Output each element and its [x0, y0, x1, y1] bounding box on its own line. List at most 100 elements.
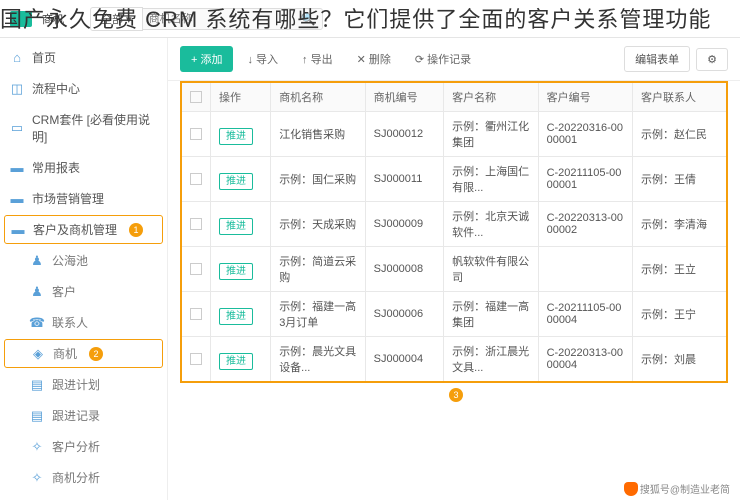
cell-cust: 示例：上海国仁有限...	[444, 157, 538, 202]
cell-code: SJ000008	[365, 247, 444, 292]
export-button[interactable]: ↑ 导出	[292, 47, 343, 71]
table-row: 推进示例：国仁采购SJ000011示例：上海国仁有限...C-20211105-…	[181, 157, 727, 202]
row-checkbox[interactable]	[190, 353, 202, 365]
promote-button[interactable]: 推进	[219, 218, 253, 235]
promote-button[interactable]: 推进	[219, 128, 253, 145]
sidebar-item-流程中心[interactable]: ◫ 流程中心	[0, 73, 167, 104]
sidebar-item-label: 跟进计划	[52, 376, 100, 393]
cell-contact: 示例：李清海	[633, 202, 728, 247]
col-header	[181, 82, 211, 112]
cell-cust: 示例：衢州江化集团	[444, 112, 538, 157]
table-row: 推进示例：福建一高3月订单SJ000006示例：福建一高集团C-20211105…	[181, 292, 727, 337]
sidebar-icon: ▭	[10, 121, 24, 135]
sidebar-item-label: 首页	[32, 49, 56, 66]
data-table: 操作商机名称商机编号客户名称客户编号客户联系人 推进江化销售采购SJ000012…	[180, 81, 728, 383]
sidebar-item-常用报表[interactable]: ▬常用报表	[0, 152, 167, 183]
cell-code: SJ000011	[365, 157, 444, 202]
cell-contact: 示例：王宁	[633, 292, 728, 337]
cell-contact: 示例：王倩	[633, 157, 728, 202]
sidebar-icon: ◈	[31, 347, 45, 361]
cell-code: SJ000012	[365, 112, 444, 157]
cell-name: 江化销售采购	[271, 112, 365, 157]
sidebar-item-公海池[interactable]: ♟ 公海池	[0, 245, 167, 276]
toolbar: + 添加 ↓ 导入 ↑ 导出 ✕ 删除 ⟳ 操作记录 编辑表单 ⚙	[168, 38, 740, 81]
sidebar-item-CRM套件 [必看使用说明][interactable]: ▭ CRM套件 [必看使用说明]	[0, 104, 167, 152]
sidebar-item-label: 市场营销管理	[32, 190, 104, 207]
cell-cust: 示例：浙江晨光文具...	[444, 337, 538, 383]
table-footer-badge-row: 3	[180, 383, 728, 406]
table-row: 推进示例：简道云采购SJ000008帆软软件有限公司示例：王立	[181, 247, 727, 292]
cell-cust_code: C-20220313-0000004	[538, 337, 632, 383]
cell-cust_code: C-20220313-0000002	[538, 202, 632, 247]
cell-cust_code: C-20220316-0000001	[538, 112, 632, 157]
row-checkbox[interactable]	[190, 128, 202, 140]
select-all-checkbox[interactable]	[190, 91, 202, 103]
history-button[interactable]: ⟳ 操作记录	[405, 47, 481, 71]
sidebar-item-客户及商机管理[interactable]: ▬客户及商机管理1	[4, 215, 163, 244]
sohu-fox-icon	[624, 482, 638, 496]
delete-button[interactable]: ✕ 删除	[347, 47, 401, 71]
import-button[interactable]: ↓ 导入	[237, 47, 288, 71]
cell-cust: 示例：北京天诚软件...	[444, 202, 538, 247]
sidebar-item-首页[interactable]: ⌂首页	[0, 42, 167, 73]
table-row: 推进 江化销售采购SJ000012示例：衢州江化集团C-20220316-0000…	[181, 112, 727, 157]
sidebar-item-跟进记录[interactable]: ▤跟进记录	[0, 400, 167, 431]
watermark: 搜狐号@制造业老简	[624, 481, 730, 496]
settings-icon[interactable]: ⚙	[696, 48, 728, 71]
col-header: 客户编号	[538, 82, 632, 112]
table-badge-3: 3	[449, 388, 463, 402]
sidebar-item-跟进计划[interactable]: ▤ 跟进计划	[0, 369, 167, 400]
row-checkbox[interactable]	[190, 218, 202, 230]
sidebar-icon: ▤	[30, 409, 44, 423]
cell-code: SJ000006	[365, 292, 444, 337]
col-header: 操作	[211, 82, 271, 112]
sidebar-item-label: CRM套件 [必看使用说明]	[32, 111, 157, 145]
cell-cust: 帆软软件有限公司	[444, 247, 538, 292]
cell-contact: 示例：赵仁民	[633, 112, 728, 157]
edit-form-button[interactable]: 编辑表单	[624, 46, 690, 72]
promote-button[interactable]: 推进	[219, 353, 253, 370]
watermark-text: 搜狐号@制造业老简	[640, 481, 730, 496]
sidebar-icon: ♟	[30, 254, 44, 268]
sidebar-item-label: 客户分析	[52, 438, 100, 455]
sidebar-item-label: 流程中心	[32, 80, 80, 97]
sidebar-item-label: 客户及商机管理	[33, 221, 117, 238]
sidebar-item-label: 公海池	[52, 252, 88, 269]
sidebar-item-label: 联系人	[52, 314, 88, 331]
promote-button[interactable]: 推进	[219, 308, 253, 325]
sidebar-item-商机[interactable]: ◈商机2	[4, 339, 163, 368]
row-checkbox[interactable]	[190, 173, 202, 185]
row-checkbox[interactable]	[190, 263, 202, 275]
sidebar-item-客户分析[interactable]: ✧ 客户分析	[0, 431, 167, 462]
sidebar-badge: 2	[89, 347, 103, 361]
sidebar-icon: ▤	[30, 378, 44, 392]
col-header: 客户联系人	[633, 82, 728, 112]
table-wrap: 操作商机名称商机编号客户名称客户编号客户联系人 推进江化销售采购SJ000012…	[168, 81, 740, 500]
row-checkbox[interactable]	[190, 308, 202, 320]
cell-cust_code: C-20211105-0000001	[538, 157, 632, 202]
sidebar-icon: ♟	[30, 285, 44, 299]
promote-button[interactable]: 推进	[219, 263, 253, 280]
cell-name: 示例：福建一高3月订单	[271, 292, 365, 337]
sidebar-badge: 1	[129, 223, 143, 237]
sidebar-item-市场营销管理[interactable]: ▬ 市场营销管理	[0, 183, 167, 214]
sidebar-item-label: 商机分析	[52, 469, 100, 486]
sidebar: ⌂首页◫流程中心▭CRM套件 [必看使用说明]▬常用报表▬市场营销管理▬客户及商…	[0, 38, 168, 500]
promote-button[interactable]: 推进	[219, 173, 253, 190]
cell-contact: 示例：刘晨	[633, 337, 728, 383]
add-button[interactable]: + 添加	[180, 46, 233, 72]
sidebar-item-商机分析[interactable]: ✧商机分析	[0, 462, 167, 493]
cell-cust_code: C-20211105-0000004	[538, 292, 632, 337]
sidebar-item-label: 常用报表	[32, 159, 80, 176]
sidebar-item-客户[interactable]: ♟客户	[0, 276, 167, 307]
cell-code: SJ000004	[365, 337, 444, 383]
sidebar-item-产品报价管理[interactable]: ▬产品报价管理	[0, 493, 167, 500]
cell-name: 示例：晨光文具设备...	[271, 337, 365, 383]
cell-cust_code	[538, 247, 632, 292]
sidebar-icon: ▬	[10, 192, 24, 206]
col-header: 商机名称	[271, 82, 365, 112]
sidebar-icon: ✧	[30, 440, 44, 454]
sidebar-icon: ◫	[10, 82, 24, 96]
sidebar-item-联系人[interactable]: ☎联系人	[0, 307, 167, 338]
overlay-title: 国产永久免费 CRM 系统有哪些？它们提供了全面的客户关系管理功能	[0, 2, 711, 34]
